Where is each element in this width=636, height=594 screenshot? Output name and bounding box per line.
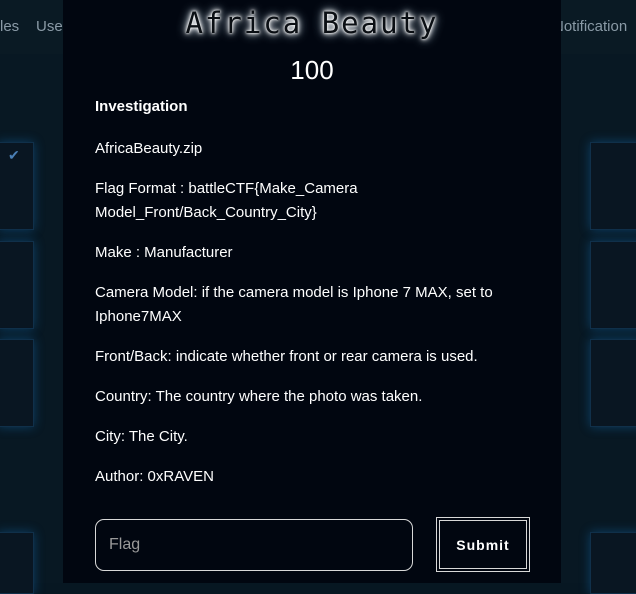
nav-item-challenges[interactable]: les: [0, 18, 19, 35]
challenge-card[interactable]: [590, 532, 636, 594]
nav-item-notifications[interactable]: Notification: [553, 18, 627, 35]
description-front-back: Front/Back: indicate whether front or re…: [95, 348, 478, 365]
description-file: AfricaBeauty.zip: [95, 140, 203, 157]
description-camera-model: Camera Model: if the camera model is Iph…: [95, 284, 493, 325]
challenge-title: Africa Beauty: [185, 6, 439, 40]
description-city: City: The City.: [95, 428, 188, 445]
challenge-card[interactable]: [590, 142, 636, 230]
challenge-modal: Africa Beauty 100 Investigation AfricaBe…: [63, 0, 561, 583]
challenge-card[interactable]: [0, 339, 34, 427]
challenge-card[interactable]: ✔: [0, 142, 34, 230]
challenge-points: 100: [290, 55, 334, 85]
challenge-card[interactable]: [0, 532, 34, 594]
challenge-card[interactable]: [590, 241, 636, 329]
description-author: Author: 0xRAVEN: [95, 468, 214, 485]
submit-button[interactable]: Submit: [436, 517, 530, 572]
flag-input[interactable]: [95, 519, 413, 571]
description-flag-format: Flag Format : battleCTF{Make_Camera Mode…: [95, 180, 358, 221]
description-country: Country: The country where the photo was…: [95, 388, 423, 405]
challenge-body: Investigation AfricaBeauty.zip Flag Form…: [95, 97, 515, 505]
challenge-description: AfricaBeauty.zip Flag Format : battleCTF…: [95, 137, 515, 489]
challenge-card[interactable]: [0, 241, 34, 329]
challenge-card[interactable]: [590, 339, 636, 427]
nav-item-users[interactable]: Use: [36, 18, 63, 35]
description-make: Make : Manufacturer: [95, 244, 233, 261]
checkmark-icon: ✔: [8, 147, 20, 163]
challenge-category: Investigation: [95, 98, 188, 115]
